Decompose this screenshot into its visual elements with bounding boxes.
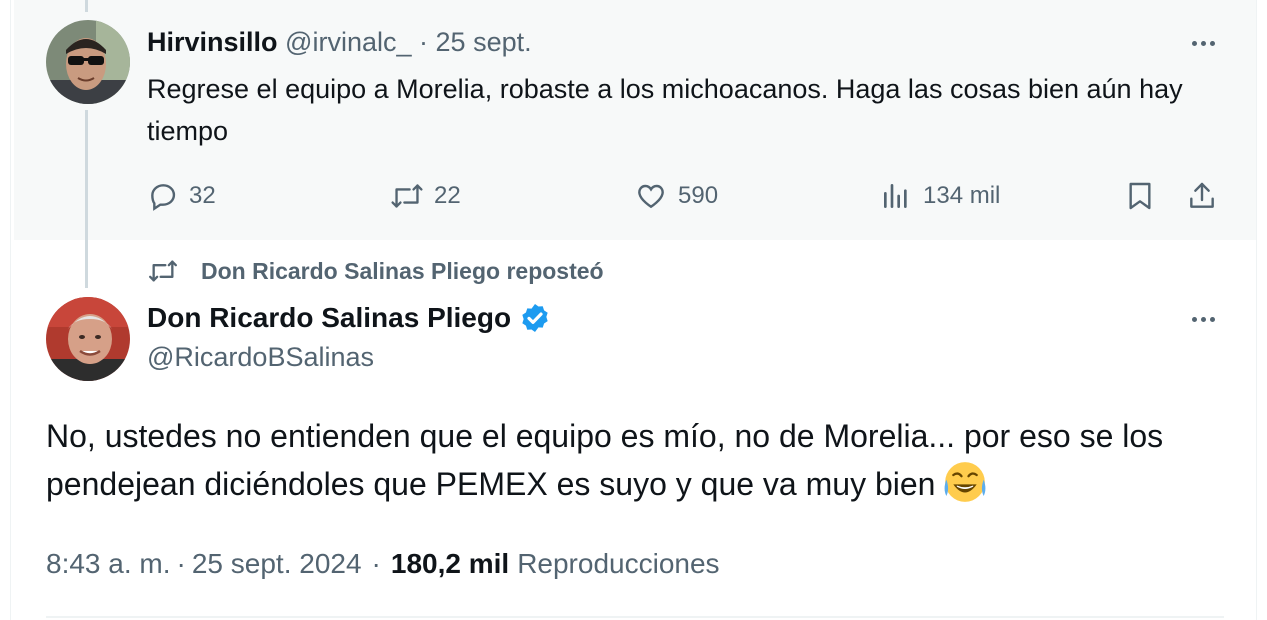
meta-separator: · bbox=[371, 548, 381, 579]
share-icon bbox=[1190, 182, 1214, 208]
parent-avatar[interactable] bbox=[46, 20, 130, 104]
meta-separator: · bbox=[176, 548, 186, 579]
more-icon-dot bbox=[1191, 40, 1197, 46]
views-label: Reproducciones bbox=[517, 548, 720, 579]
reply-icon bbox=[151, 184, 176, 211]
parent-date[interactable]: 25 sept. bbox=[436, 27, 532, 57]
main-avatar[interactable] bbox=[46, 297, 130, 381]
main-tweet-text: No, ustedes no entienden que el equipo e… bbox=[46, 418, 1164, 502]
views-icon bbox=[884, 184, 907, 208]
header-separator: · bbox=[419, 27, 429, 57]
more-icon-dot bbox=[1191, 316, 1197, 322]
verified-badge-icon[interactable] bbox=[519, 302, 551, 334]
tweet-time[interactable]: 8:43 a. m. bbox=[46, 548, 171, 580]
repost-banner-text: Don Ricardo Salinas Pliego reposteó bbox=[201, 257, 604, 284]
main-author-name-row[interactable]: Don Ricardo Salinas Pliego bbox=[147, 300, 551, 336]
repost-count: 22 bbox=[434, 182, 461, 209]
tweet-metadata: 8:43 a. m. · 25 sept. 2024 · 180,2 mil R… bbox=[46, 544, 720, 584]
column-border-right bbox=[1256, 0, 1257, 620]
more-icon-dot bbox=[1209, 316, 1215, 322]
main-author-name[interactable]: Don Ricardo Salinas Pliego bbox=[147, 302, 511, 334]
views-count: 134 mil bbox=[923, 182, 1001, 209]
divider bbox=[46, 616, 1224, 618]
like-icon bbox=[638, 184, 664, 209]
like-button[interactable]: 590 bbox=[634, 176, 718, 216]
tweet-date[interactable]: 25 sept. 2024 bbox=[192, 548, 362, 580]
repost-banner[interactable]: Don Ricardo Salinas Pliego reposteó bbox=[147, 256, 604, 286]
like-count: 590 bbox=[678, 182, 719, 209]
thread-line bbox=[85, 110, 88, 288]
reply-count: 32 bbox=[189, 182, 216, 209]
parent-tweet-text: Regrese el equipo a Morelia, robaste a l… bbox=[147, 74, 1183, 146]
laughing-tears-emoji-icon bbox=[944, 462, 986, 502]
bookmark-button[interactable] bbox=[1124, 176, 1166, 216]
main-more-button[interactable] bbox=[1183, 304, 1223, 334]
parent-handle[interactable]: @irvinalc_ bbox=[285, 27, 411, 57]
tweet-detail-view: Hirvinsillo @irvinalc_ · 25 sept. Regres… bbox=[0, 0, 1267, 620]
repost-icon bbox=[391, 184, 423, 208]
column-border-left bbox=[10, 0, 11, 620]
more-icon-dot bbox=[1200, 40, 1206, 46]
thread-line-top bbox=[85, 0, 88, 12]
reply-button[interactable]: 32 bbox=[147, 176, 216, 216]
repost-icon bbox=[149, 260, 177, 282]
main-handle[interactable]: @RicardoBSalinas bbox=[147, 342, 374, 373]
share-button[interactable] bbox=[1186, 176, 1228, 216]
main-tweet-text-block: No, ustedes no entienden que el equipo e… bbox=[46, 412, 1226, 508]
parent-author-name[interactable]: Hirvinsillo bbox=[147, 27, 278, 57]
more-icon-dot bbox=[1209, 40, 1215, 46]
views-total: 180,2 mil bbox=[390, 548, 510, 579]
parent-tweet-header: Hirvinsillo @irvinalc_ · 25 sept. bbox=[147, 24, 532, 60]
more-icon-dot bbox=[1200, 316, 1206, 322]
views-button[interactable]: 134 mil bbox=[879, 176, 1000, 216]
repost-button[interactable]: 22 bbox=[390, 176, 461, 216]
parent-more-button[interactable] bbox=[1183, 28, 1223, 58]
bookmark-icon bbox=[1129, 182, 1151, 210]
